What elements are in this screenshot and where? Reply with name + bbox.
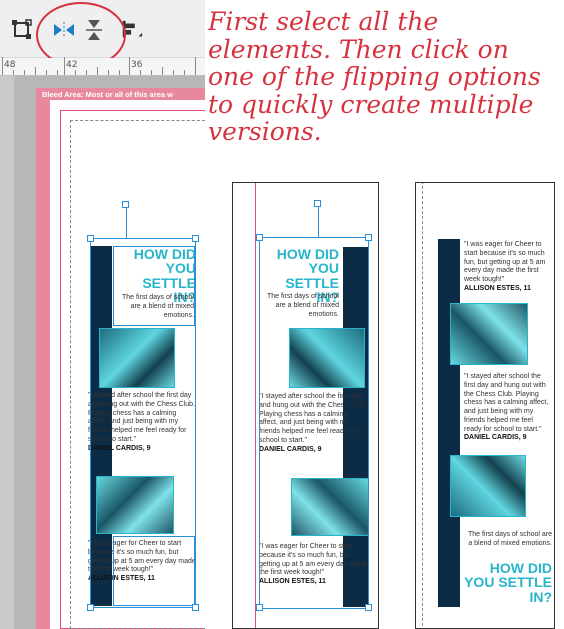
trim-line <box>233 183 256 628</box>
ruler-tick <box>86 70 87 75</box>
resize-handle[interactable] <box>256 234 263 241</box>
quote-allison-name: ALLISON ESTES, 11 <box>464 284 531 292</box>
ruler-tick <box>184 70 185 75</box>
dark-sidebar-bar <box>438 239 460 607</box>
rotate-handle[interactable] <box>314 200 321 207</box>
ruler-tick <box>108 70 109 75</box>
selection-box[interactable] <box>259 237 369 609</box>
ruler-label: 48 <box>4 60 16 70</box>
intro-text: The first days of school are a blend of … <box>467 531 552 547</box>
margin-guide <box>422 183 423 628</box>
editor-window: 48 42 36 Bleed Area: Most or all of this… <box>0 0 205 629</box>
ruler-tick <box>2 57 3 75</box>
rotate-handle[interactable] <box>122 201 129 208</box>
resize-handle[interactable] <box>192 235 199 242</box>
ruler-tick <box>195 57 196 75</box>
toolbar <box>0 0 205 68</box>
ruler-label: 42 <box>66 60 78 70</box>
resize-handle[interactable] <box>365 604 372 611</box>
instruction-caption: First select all the elements. Then clic… <box>208 7 541 146</box>
panel-flipped-horizontal: HOW DID YOU SETTLE IN? The first days of… <box>232 182 379 629</box>
ruler-tick <box>57 70 58 75</box>
ruler-label: 36 <box>131 60 143 70</box>
photo-chess <box>450 455 526 517</box>
ruler-tick <box>173 70 174 75</box>
ruler-tick <box>119 70 120 75</box>
selection-box-quote[interactable] <box>113 536 195 606</box>
ruler-tick <box>151 70 152 75</box>
panel-flipped-vertical: "I was eager for Cheer to start because … <box>415 182 555 629</box>
resize-handle[interactable] <box>192 604 199 611</box>
ruler-tick <box>162 67 163 75</box>
quote-daniel-name: DANIEL CARDIS, 9 <box>464 434 527 442</box>
resize-handle[interactable] <box>87 235 94 242</box>
ruler-tick <box>64 57 65 75</box>
module-heading: HOW DID YOU SETTLE IN? <box>464 560 552 605</box>
resize-handle[interactable] <box>365 234 372 241</box>
ruler-tick <box>46 70 47 75</box>
ruler-tick <box>140 70 141 75</box>
selection-box-heading[interactable] <box>113 246 195 326</box>
ruler-tick <box>24 70 25 75</box>
rotate-line <box>318 207 319 237</box>
ruler-tick <box>35 67 36 75</box>
vertical-ruler <box>0 76 14 629</box>
rotate-line <box>126 208 127 238</box>
ruler-tick <box>97 67 98 75</box>
resize-handle[interactable] <box>256 604 263 611</box>
quote-allison: "I was eager for Cheer to start because … <box>464 241 552 294</box>
ruler-tick <box>75 70 76 75</box>
quote-allison-text: "I was eager for Cheer to start because … <box>464 241 546 283</box>
resize-handle[interactable] <box>87 604 94 611</box>
ruler-tick <box>13 70 14 75</box>
photo-cheer <box>450 303 528 365</box>
quote-daniel-text: "I stayed after school the first day and… <box>464 373 549 433</box>
bleed-area-label: Bleed Area: Most or all of this area w <box>42 90 174 99</box>
horizontal-ruler: 48 42 36 <box>0 57 205 76</box>
crop-frame-icon[interactable] <box>10 18 34 42</box>
ruler-tick <box>129 57 130 75</box>
quote-daniel: "I stayed after school the first day and… <box>464 373 552 443</box>
